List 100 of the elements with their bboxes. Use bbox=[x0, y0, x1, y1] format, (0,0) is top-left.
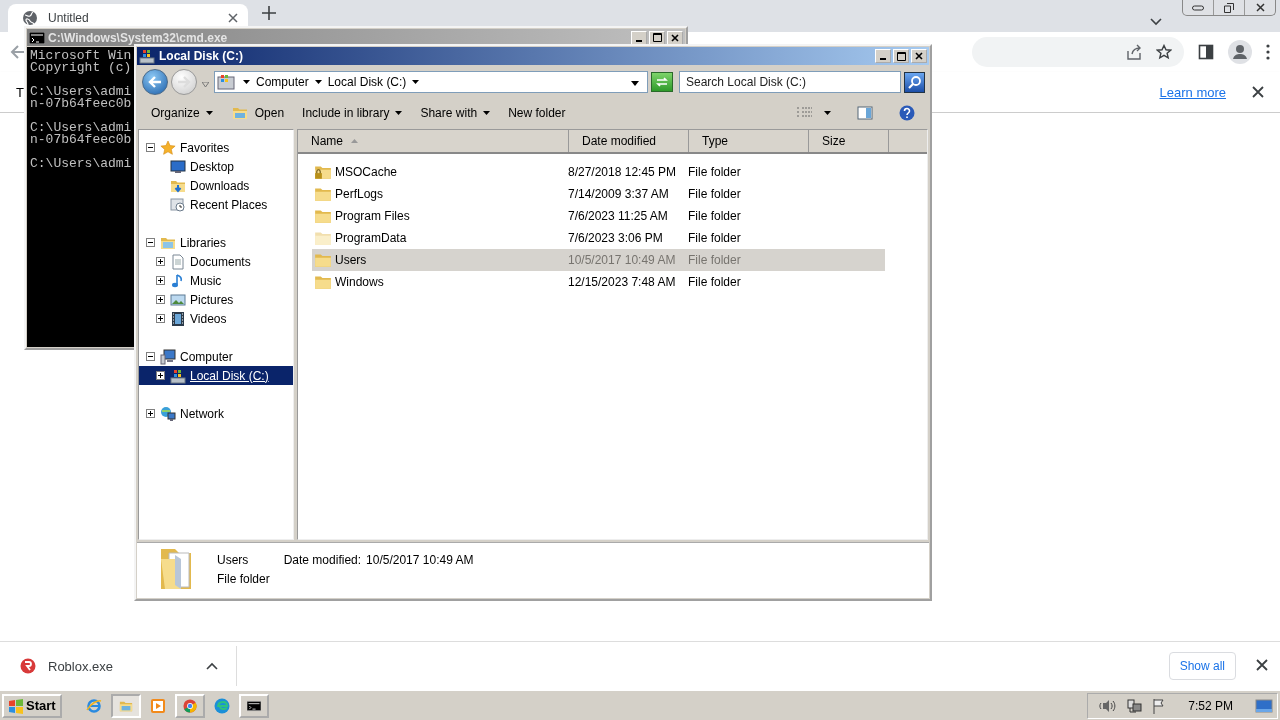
file-row[interactable]: Users 10/5/2017 10:49 AM File folder bbox=[312, 249, 885, 271]
plus-icon bbox=[158, 316, 163, 321]
minus-icon bbox=[148, 145, 153, 150]
collapse-toggle[interactable] bbox=[146, 238, 155, 247]
taskbar-button[interactable] bbox=[238, 693, 269, 718]
close-icon bbox=[1255, 3, 1265, 12]
search-field[interactable]: Search Local Disk (C:) bbox=[679, 71, 901, 93]
caret-icon bbox=[202, 81, 209, 87]
console-line: n-07b64feec0b bbox=[30, 134, 132, 146]
expand-toggle[interactable] bbox=[156, 257, 165, 266]
date-modified: 12/15/2023 7:48 AM bbox=[568, 275, 677, 289]
nav-item[interactable]: Documents bbox=[139, 252, 293, 271]
toolbar-button[interactable]: Organize bbox=[143, 102, 221, 124]
caret-icon bbox=[243, 80, 250, 84]
forward-button[interactable] bbox=[171, 69, 197, 95]
plus-icon bbox=[148, 411, 153, 416]
network-icon bbox=[1126, 697, 1143, 714]
collapse-toggle[interactable] bbox=[146, 352, 155, 361]
browser-icon bbox=[182, 697, 197, 714]
app-logo-icon bbox=[20, 658, 36, 674]
address-field[interactable]: Computer Local Disk (C:) bbox=[214, 71, 648, 93]
toolbar-button[interactable]: New folder bbox=[500, 102, 574, 124]
learn-more-link[interactable]: Learn more bbox=[1159, 84, 1226, 100]
date-modified: 7/14/2009 3:37 AM bbox=[568, 187, 670, 201]
download-filename[interactable]: Roblox.exe bbox=[48, 658, 194, 674]
file-type: File folder bbox=[688, 253, 742, 267]
details-label: Date modified: bbox=[283, 553, 362, 567]
folder-icon bbox=[230, 105, 249, 121]
desktop-icon bbox=[170, 158, 186, 175]
expand-toggle[interactable] bbox=[146, 409, 155, 418]
toolbar-button[interactable]: Share with bbox=[412, 102, 499, 124]
minimize-button[interactable] bbox=[875, 49, 891, 63]
column-header[interactable]: Name bbox=[298, 130, 569, 152]
nav-item[interactable]: Pictures bbox=[139, 290, 293, 309]
minimize-button[interactable] bbox=[631, 30, 647, 45]
film-strip-icon bbox=[170, 310, 186, 327]
close-icon bbox=[1252, 86, 1264, 98]
details-name: Users bbox=[217, 553, 250, 567]
side-panel-icon bbox=[1198, 44, 1214, 60]
caret-icon bbox=[412, 80, 420, 84]
file-name: Users bbox=[335, 253, 367, 267]
bookmark-star-icon bbox=[1156, 44, 1172, 60]
nav-item[interactable]: Music bbox=[139, 271, 293, 290]
minus-icon bbox=[148, 240, 153, 245]
column-header[interactable]: Date modified bbox=[569, 130, 689, 152]
caret-icon bbox=[314, 80, 322, 84]
date-modified: 10/5/2017 10:49 AM bbox=[568, 253, 677, 267]
start-button[interactable]: Start bbox=[2, 693, 62, 718]
file-row[interactable]: MSOCache 8/27/2018 12:45 PM File folder bbox=[312, 161, 885, 183]
nav-item[interactable]: Libraries bbox=[139, 233, 293, 252]
computer-icon bbox=[160, 348, 176, 365]
nav-item[interactable]: Favorites bbox=[139, 138, 293, 157]
close-button[interactable] bbox=[667, 30, 683, 45]
file-row[interactable]: Windows 12/15/2023 7:48 AM File folder bbox=[312, 271, 885, 293]
close-button[interactable] bbox=[911, 49, 927, 63]
nav-item[interactable]: Recent Places bbox=[139, 195, 293, 214]
search-button[interactable] bbox=[904, 71, 925, 93]
clock-time: 7:52 PM bbox=[1188, 698, 1233, 713]
back-button[interactable] bbox=[142, 69, 168, 95]
recent-places-icon bbox=[170, 196, 186, 213]
address-bar[interactable] bbox=[972, 37, 1184, 67]
console-line: C:\Users\admi bbox=[30, 122, 132, 134]
help-icon bbox=[899, 105, 915, 121]
file-row[interactable]: ProgramData 7/6/2023 3:06 PM File folder bbox=[312, 227, 885, 249]
file-name: MSOCache bbox=[335, 165, 398, 179]
back-arrow-icon bbox=[10, 45, 24, 59]
toolbar-button[interactable]: Include in library bbox=[294, 102, 411, 124]
nav-item[interactable]: Local Disk (C:) bbox=[139, 366, 293, 385]
star-icon bbox=[160, 139, 176, 156]
caret-icon bbox=[205, 111, 213, 115]
collapse-toggle[interactable] bbox=[146, 143, 155, 152]
date-modified: 7/6/2023 3:06 PM bbox=[568, 231, 664, 245]
nav-item[interactable]: Downloads bbox=[139, 176, 293, 195]
nav-item[interactable]: Computer bbox=[139, 347, 293, 366]
view-dropdown-icon bbox=[824, 111, 831, 115]
toolbar-button[interactable]: Open bbox=[222, 102, 293, 124]
expand-toggle[interactable] bbox=[156, 295, 165, 304]
expand-toggle[interactable] bbox=[156, 371, 165, 380]
nav-item[interactable]: Videos bbox=[139, 309, 293, 328]
refresh-button[interactable] bbox=[651, 72, 673, 92]
show-all-button[interactable]: Show all bbox=[1168, 652, 1236, 680]
column-header[interactable]: Type bbox=[689, 130, 809, 152]
expand-toggle[interactable] bbox=[156, 276, 165, 285]
file-name: ProgramData bbox=[335, 231, 407, 245]
breadcrumb-item[interactable]: Computer bbox=[256, 75, 309, 89]
nav-item[interactable]: Network bbox=[139, 404, 293, 423]
maximize-button[interactable] bbox=[893, 49, 909, 63]
breadcrumb-item[interactable]: Local Disk (C:) bbox=[327, 75, 407, 89]
file-row[interactable]: Program Files 7/6/2023 11:25 AM File folder bbox=[312, 205, 885, 227]
column-header[interactable]: Size bbox=[809, 130, 889, 152]
minimize-icon bbox=[880, 58, 886, 60]
plus-icon bbox=[158, 297, 163, 302]
console-line: Copyright (c) bbox=[30, 62, 132, 74]
caret-icon bbox=[483, 111, 491, 115]
file-row[interactable]: PerfLogs 7/14/2009 3:37 AM File folder bbox=[312, 183, 885, 205]
share-icon bbox=[1126, 44, 1142, 60]
console-line: Microsoft Win bbox=[30, 50, 132, 62]
nav-item[interactable]: Desktop bbox=[139, 157, 293, 176]
expand-toggle[interactable] bbox=[156, 314, 165, 323]
maximize-button[interactable] bbox=[649, 30, 665, 45]
